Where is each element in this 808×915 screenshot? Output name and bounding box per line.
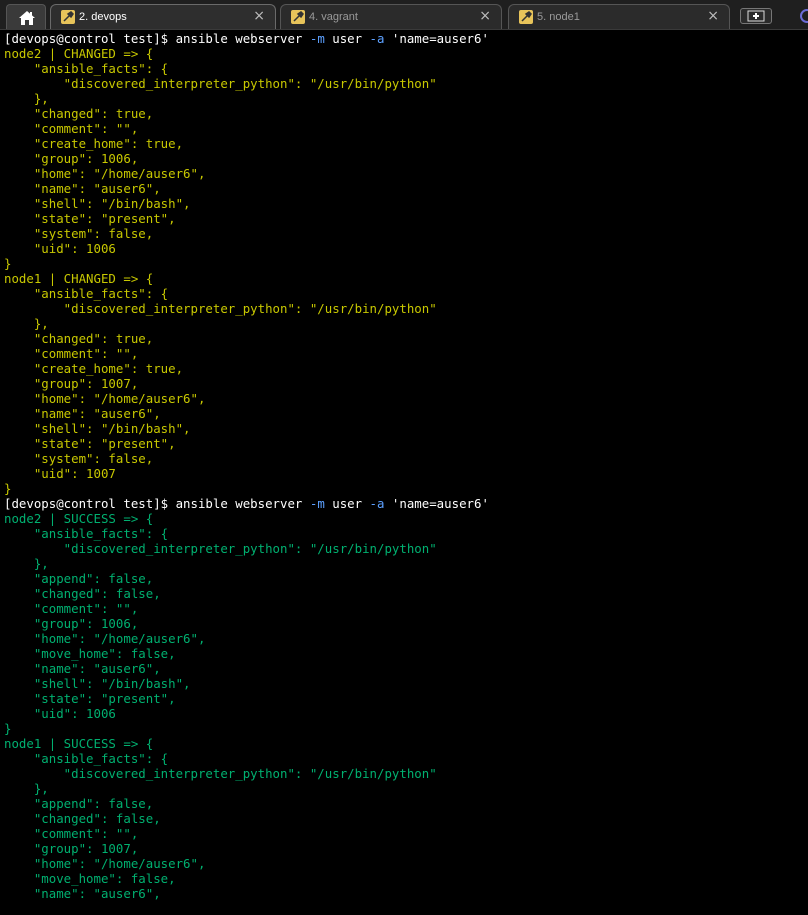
output-line: "changed": true, [4,106,154,121]
output-line: }, [4,91,49,106]
output-line: }, [4,781,49,796]
wrench-icon [61,10,75,24]
close-icon[interactable]: × [707,8,719,24]
command-option: -m [309,31,325,46]
tab-label: 5. node1 [537,11,580,23]
output-line: "changed": true, [4,331,154,346]
output-line: "shell": "/bin/bash", [4,421,191,436]
tab-devops[interactable]: 2. devops × [50,4,276,29]
output-line: "name": "auser6", [4,661,161,676]
command-text: user [324,496,370,511]
output-line: "comment": "", [4,346,139,361]
output-line: "home": "/home/auser6", [4,391,206,406]
output-line: node2 | CHANGED => { [4,46,154,61]
tab-label: 4. vagrant [309,11,358,23]
output-line: "shell": "/bin/bash", [4,676,191,691]
output-line: "changed": false, [4,811,161,826]
menu-icon[interactable] [800,9,808,23]
output-line: "uid": 1006 [4,241,116,256]
output-line: "system": false, [4,226,154,241]
output-line: "state": "present", [4,691,176,706]
command-text: ansible webserver [175,31,310,46]
output-line: "move_home": false, [4,646,176,661]
command-text: 'name=auser6' [384,31,489,46]
tab-vagrant[interactable]: 4. vagrant × [280,4,502,29]
output-line: "name": "auser6", [4,886,161,901]
command-line: [devops@control test]$ ansible webserver… [4,496,808,511]
output-line: "create_home": true, [4,361,184,376]
command-line: [devops@control test]$ ansible webserver… [4,31,808,46]
output-line: "uid": 1007 [4,466,116,481]
command-option: -a [369,31,385,46]
output-line: "system": false, [4,451,154,466]
tab-node1[interactable]: 5. node1 × [508,4,730,29]
tab-bar: 2. devops × 4. vagrant × 5. node1 × [0,0,808,30]
wrench-icon [519,10,533,24]
output-line: "comment": "", [4,601,139,616]
output-line: }, [4,556,49,571]
output-line: "discovered_interpreter_python": "/usr/b… [4,76,437,91]
output-line: "discovered_interpreter_python": "/usr/b… [4,301,437,316]
output-line: "ansible_facts": { [4,61,169,76]
close-icon[interactable]: × [253,8,265,24]
terminal-output[interactable]: [devops@control test]$ ansible webserver… [4,31,808,915]
new-tab-button[interactable] [740,8,772,24]
output-line: "ansible_facts": { [4,286,169,301]
command-text: ansible webserver [175,496,310,511]
output-line: "state": "present", [4,211,176,226]
output-line: } [4,256,12,271]
command-option: -m [309,496,325,511]
output-line: "group": 1007, [4,841,139,856]
output-line: node1 | SUCCESS => { [4,736,154,751]
output-line: "group": 1006, [4,616,139,631]
output-line: "move_home": false, [4,871,176,886]
output-line: node2 | SUCCESS => { [4,511,154,526]
output-line: "shell": "/bin/bash", [4,196,191,211]
output-line: "home": "/home/auser6", [4,166,206,181]
output-line: "comment": "", [4,121,139,136]
output-line: } [4,481,12,496]
output-line: "ansible_facts": { [4,526,169,541]
output-line: "append": false, [4,571,154,586]
output-line: "name": "auser6", [4,181,161,196]
output-line: "discovered_interpreter_python": "/usr/b… [4,766,437,781]
shell-prompt: [devops@control test]$ [4,31,176,46]
plus-icon [747,10,765,22]
command-option: -a [369,496,385,511]
tab-label: 2. devops [79,11,127,23]
output-line: "create_home": true, [4,136,184,151]
shell-prompt: [devops@control test]$ [4,496,176,511]
output-line: "group": 1006, [4,151,139,166]
output-line: "name": "auser6", [4,406,161,421]
command-text: 'name=auser6' [384,496,489,511]
output-line: "ansible_facts": { [4,751,169,766]
tab-home[interactable] [6,4,46,29]
output-line: "group": 1007, [4,376,139,391]
output-line: "discovered_interpreter_python": "/usr/b… [4,541,437,556]
output-line: "state": "present", [4,436,176,451]
output-line: "home": "/home/auser6", [4,631,206,646]
home-icon [19,11,35,25]
close-icon[interactable]: × [479,8,491,24]
output-line: } [4,721,12,736]
output-line: "append": false, [4,796,154,811]
output-line: node1 | CHANGED => { [4,271,154,286]
output-line: "comment": "", [4,826,139,841]
output-line: "changed": false, [4,586,161,601]
wrench-icon [291,10,305,24]
output-line: }, [4,316,49,331]
output-line: "home": "/home/auser6", [4,856,206,871]
command-text: user [324,31,370,46]
output-line: "uid": 1006 [4,706,116,721]
